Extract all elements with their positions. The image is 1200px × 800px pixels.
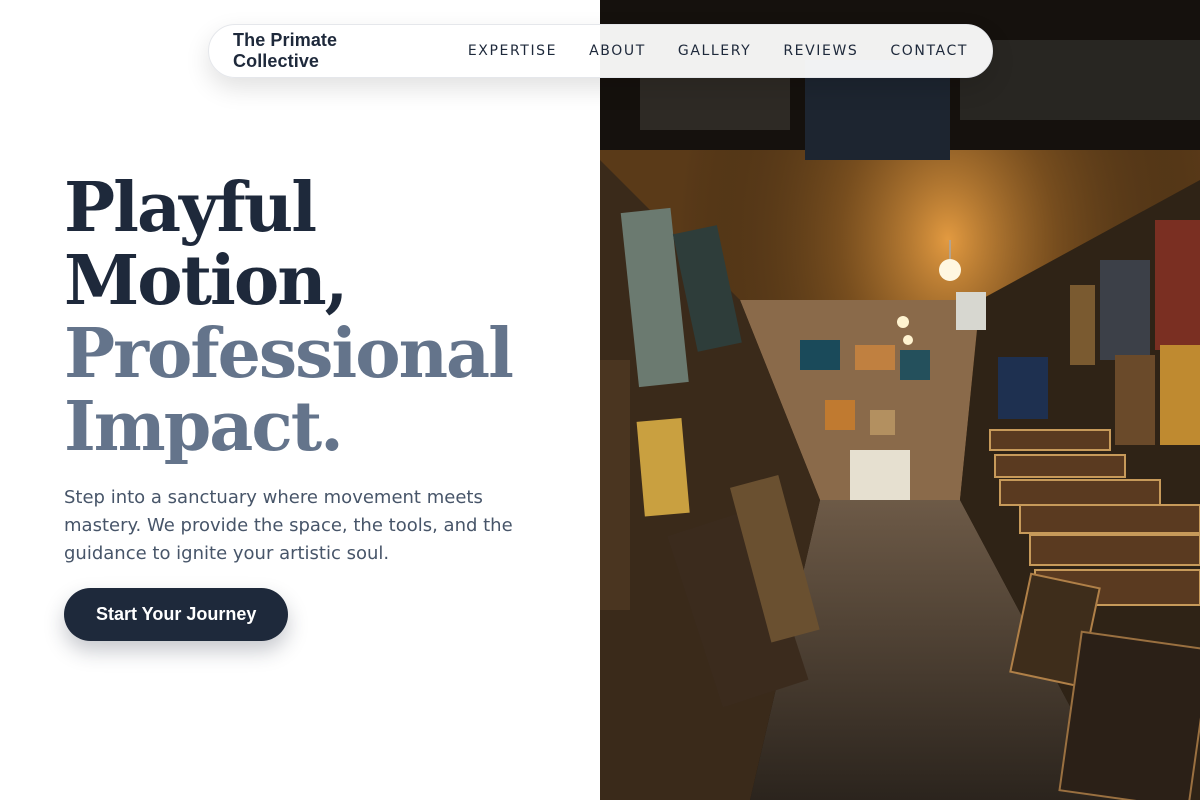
nav-link-expertise[interactable]: EXPERTISE [468,43,557,59]
headline-line-4: Impact. [64,387,344,467]
hero-headline: Playful Motion, Professional Impact. [64,172,584,464]
brand-logo-text[interactable]: The Primate Collective [233,30,428,72]
nav-link-contact[interactable]: CONTACT [890,43,968,59]
top-navigation: The Primate Collective EXPERTISE ABOUT G… [208,24,993,78]
start-journey-button[interactable]: Start Your Journey [64,588,289,641]
headline-line-1: Playful [64,168,317,248]
headline-line-2: Motion, [64,241,348,321]
gallery-photo-illustration [600,0,1200,800]
nav-link-gallery[interactable]: GALLERY [678,43,751,59]
hero-section: Playful Motion, Professional Impact. Ste… [64,172,584,641]
headline-line-3: Professional [64,314,514,394]
nav-link-reviews[interactable]: REVIEWS [783,43,858,59]
gallery-corridor-photo [600,0,1200,800]
nav-link-about[interactable]: ABOUT [589,43,646,59]
nav-links: EXPERTISE ABOUT GALLERY REVIEWS CONTACT [468,43,968,59]
hero-description: Step into a sanctuary where movement mee… [64,487,513,564]
